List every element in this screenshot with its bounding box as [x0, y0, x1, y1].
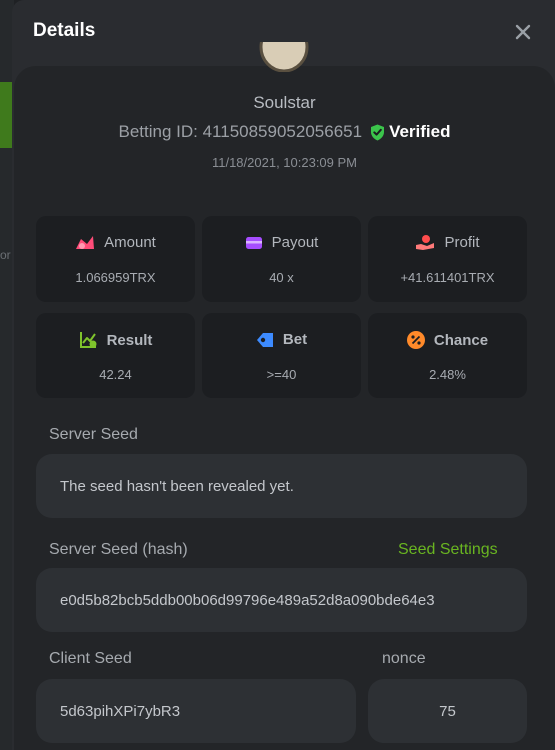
backdrop-text-fragment: or — [0, 248, 11, 262]
server-seed-hash-field[interactable]: e0d5b82bcb5ddb00b06d99796e489a52d8a090bd… — [36, 568, 527, 632]
percent-icon — [406, 331, 425, 349]
close-button[interactable] — [510, 19, 536, 45]
betting-id-row: Betting ID: 41150859052056651 Verified — [14, 122, 555, 142]
stat-label-row: Amount — [36, 234, 195, 251]
stat-card-chance: Chance 2.48% — [368, 313, 527, 398]
server-seed-value: The seed hasn't been revealed yet. — [60, 477, 294, 495]
server-seed-hash-label: Server Seed (hash) — [49, 541, 188, 558]
betting-id: Betting ID: 41150859052056651 — [118, 122, 363, 141]
tag-icon — [256, 332, 273, 347]
stat-label: Chance — [433, 331, 489, 349]
modal-title: Details — [33, 20, 96, 41]
nonce-value: 75 — [439, 702, 456, 720]
stat-value: 2.48% — [429, 367, 466, 382]
chart-check-icon — [79, 332, 97, 348]
avatar — [259, 42, 309, 72]
stat-label: Payout — [271, 234, 319, 251]
stat-card-profit: Profit +41.611401TRX — [368, 216, 527, 302]
stat-label: Amount — [104, 234, 156, 251]
stat-label-row: Chance — [368, 331, 527, 349]
verified-badge: Verified — [370, 122, 450, 142]
server-seed-field[interactable]: The seed hasn't been revealed yet. — [36, 454, 527, 518]
client-seed-label: Client Seed — [49, 650, 132, 667]
server-seed-label: Server Seed — [49, 426, 138, 443]
stat-label-row: Profit — [368, 234, 527, 251]
stat-value: >=40 — [266, 367, 297, 382]
nonce-label: nonce — [382, 650, 426, 667]
stat-label-row: Bet — [202, 331, 361, 348]
stat-card-bet: Bet >=40 — [202, 313, 361, 398]
stat-value: 1.066959TRX — [75, 270, 156, 285]
coins-icon — [76, 235, 95, 249]
shield-check-icon — [371, 124, 385, 140]
details-panel: Soulstar Betting ID: 41150859052056651 V… — [14, 42, 555, 750]
stat-value: 42.24 — [99, 367, 132, 382]
stat-label-row: Result — [36, 331, 195, 349]
nonce-field[interactable]: 75 — [368, 679, 527, 743]
server-seed-hash-value: e0d5b82bcb5ddb00b06d99796e489a52d8a090bd… — [60, 591, 435, 609]
username: Soulstar — [253, 93, 316, 112]
stat-card-payout: Payout 40 x — [202, 216, 361, 302]
details-modal: Details Soulstar Betting ID: 41150859052… — [12, 0, 555, 750]
client-seed-field[interactable]: 5d63pihXPi7ybR3 — [36, 679, 356, 743]
client-seed-value: 5d63pihXPi7ybR3 — [60, 702, 181, 720]
wallet-icon — [245, 236, 262, 249]
stat-value: +41.611401TRX — [400, 270, 495, 285]
seed-settings-link[interactable]: Seed Settings — [398, 541, 498, 559]
stat-label: Bet — [282, 331, 308, 348]
close-icon — [515, 24, 531, 40]
verified-label: Verified — [389, 122, 451, 141]
stat-label-row: Payout — [202, 234, 361, 251]
bet-datetime: 11/18/2021, 10:23:09 PM — [211, 155, 358, 170]
stat-label: Profit — [444, 234, 480, 251]
stat-value: 40 x — [269, 270, 294, 285]
money-hand-icon — [416, 235, 435, 250]
stat-card-amount: Amount 1.066959TRX — [36, 216, 195, 302]
stat-card-result: Result 42.24 — [36, 313, 195, 398]
stat-label: Result — [106, 331, 153, 349]
backdrop-green-strip — [0, 82, 12, 148]
